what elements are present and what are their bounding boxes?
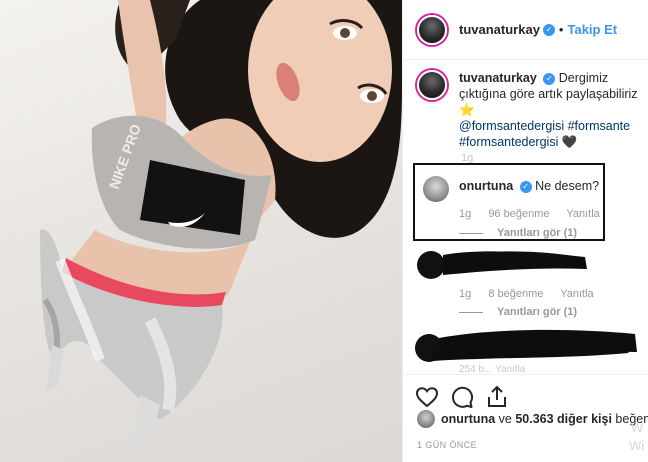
watermark-line-2: Wi <box>629 438 645 453</box>
comment-time: 1g <box>459 208 472 220</box>
share-upload-icon[interactable] <box>485 385 509 409</box>
comment-reply-button[interactable]: Yanıtla <box>566 208 599 220</box>
caption-text: tuvanaturkay ✓ Dergimiz çıktığına göre a… <box>459 70 643 150</box>
redacted-comment-1-view-replies-label: Yanıtları gör (1) <box>497 306 578 318</box>
commenter-avatar[interactable] <box>423 176 449 202</box>
comment-text: Ne desem? <box>535 179 600 193</box>
comment-likes-count[interactable]: 96 beğenme <box>488 208 549 220</box>
liker-avatar[interactable] <box>417 410 435 428</box>
redacted-comment-1-view-replies[interactable]: Yanıtları gör (1) <box>459 306 577 318</box>
caption-username[interactable]: tuvanaturkay <box>459 71 537 85</box>
verified-badge-icon: ✓ <box>542 23 555 36</box>
caption-verified-badge-icon: ✓ <box>543 72 556 85</box>
comment-meta: 1g 96 beğenme Yanıtla <box>459 208 614 220</box>
redacted-comment-2-scribble <box>415 329 637 362</box>
view-replies-link[interactable]: Yanıtları gör (1) <box>459 227 577 239</box>
post-timestamp: 1 GÜN ÖNCE <box>417 440 478 450</box>
caption-avatar[interactable] <box>417 70 447 100</box>
post-photo[interactable]: NIKE PRO <box>0 0 402 462</box>
commenter-username[interactable]: onurtuna <box>459 179 513 193</box>
hashtag-formsantedergisi[interactable]: #formsantedergisi <box>459 135 558 149</box>
hashtag-formsante[interactable]: #formsante <box>568 119 631 133</box>
black-heart-emoji-icon: 🖤 <box>561 135 578 149</box>
liker-username[interactable]: onurtuna <box>441 412 495 426</box>
post-photo-illustration: NIKE PRO <box>40 0 402 458</box>
header-separator: • <box>558 22 564 37</box>
likes-connector: ve <box>498 412 512 426</box>
redacted-comment-scribble <box>417 251 587 279</box>
caption: tuvanaturkay ✓ Dergimiz çıktığına göre a… <box>417 70 643 150</box>
redacted-comment-1-time: 1g <box>459 288 472 300</box>
replies-divider <box>459 232 483 234</box>
likes-summary: onurtuna ve 50.363 diğer kişi beğendi <box>417 410 648 428</box>
star-emoji-icon: ⭐ <box>459 103 475 117</box>
watermark-line-1: W <box>631 420 644 435</box>
likes-others-count[interactable]: 50.363 diğer kişi <box>515 412 612 426</box>
speech-bubble-icon[interactable] <box>450 385 474 409</box>
redacted-comment-1-likes[interactable]: 8 beğenme <box>488 288 543 300</box>
replies-divider <box>459 311 483 313</box>
post-header: tuvanaturkay ✓ • Takip Et <box>403 0 648 60</box>
view-replies-label: Yanıtları gör (1) <box>497 227 578 239</box>
comment-line: onurtuna ✓ Ne desem? <box>459 179 599 193</box>
redacted-comment-1-meta: 1g 8 beğenme Yanıtla <box>459 288 608 300</box>
redacted-comment-1-reply-button[interactable]: Yanıtla <box>560 288 593 300</box>
post-side-panel: tuvanaturkay ✓ • Takip Et tuvanaturkay ✓… <box>402 0 648 462</box>
highlighted-comment: onurtuna ✓ Ne desem? 1g 96 beğenme Yanıt… <box>413 163 605 241</box>
author-username[interactable]: tuvanaturkay <box>459 22 540 37</box>
author-avatar[interactable] <box>417 14 447 45</box>
follow-button[interactable]: Takip Et <box>567 22 617 37</box>
mention-formsantedergisi[interactable]: @formsantedergisi <box>459 119 564 133</box>
commenter-verified-badge-icon: ✓ <box>519 180 532 193</box>
heart-outline-icon[interactable] <box>415 385 439 409</box>
